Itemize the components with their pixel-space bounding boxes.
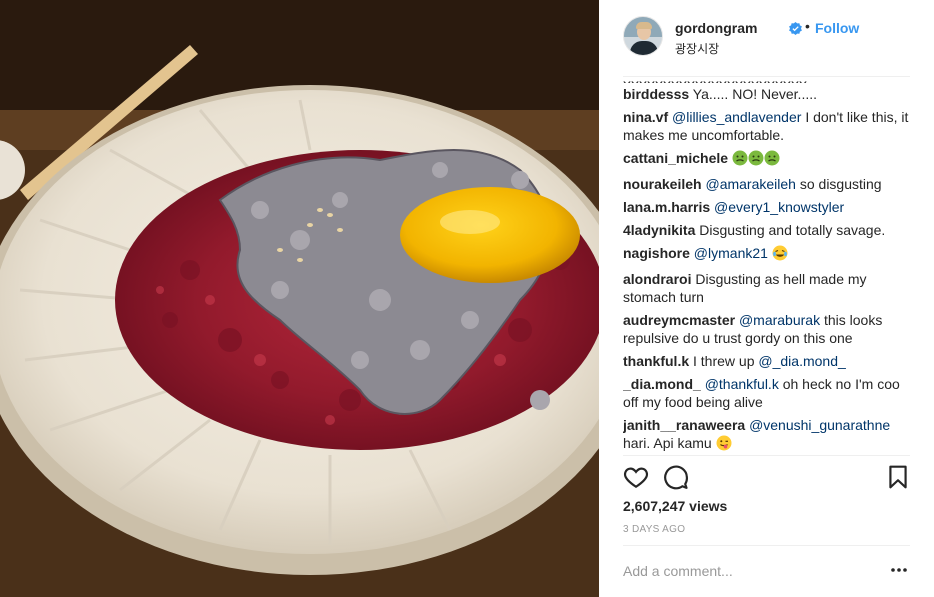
comment-mention[interactable]: @lillies_andlavender — [672, 109, 801, 125]
comment-mention[interactable]: @venushi_gunarathne — [749, 417, 890, 433]
food-photo-illustration — [0, 0, 599, 597]
post-sidebar: gordongram • Follow 광장시장 xxxxxxxxxxxxxxx… — [599, 0, 934, 597]
action-bar — [623, 464, 910, 492]
more-options-icon[interactable] — [889, 560, 909, 580]
heart-icon[interactable] — [623, 464, 649, 490]
nauseated-face-icon — [732, 150, 780, 170]
comment-item: cattani_michele — [623, 149, 910, 170]
comment-item: nourakeileh @amarakeileh so disgusting — [623, 175, 910, 193]
comments-divider — [623, 455, 910, 456]
comment-text: hari. Api kamu — [623, 435, 712, 451]
comment-username[interactable]: _dia.mond_ — [623, 376, 701, 392]
comment-input[interactable] — [623, 556, 873, 586]
comment-username[interactable]: audreymcmaster — [623, 312, 735, 328]
bookmark-icon[interactable] — [885, 464, 911, 490]
post-photo[interactable] — [0, 0, 599, 597]
comment-username[interactable]: janith__ranaweera — [623, 417, 745, 433]
comment-username[interactable]: alondraroi — [623, 271, 691, 287]
location-link[interactable]: 광장시장 — [675, 40, 719, 57]
cutoff-comment: xxxxxxxxxxxxxxxxxxxxxxx — [623, 77, 910, 83]
comment-item: nina.vf @lillies_andlavender I don't lik… — [623, 108, 910, 144]
tongue-wink-icon — [716, 435, 732, 455]
comment-mention[interactable]: @_dia.mond_ — [758, 353, 845, 369]
comment-username[interactable]: 4ladynikita — [623, 222, 695, 238]
composer-divider — [623, 545, 910, 546]
comment-item: alondraroi Disgusting as hell made my st… — [623, 270, 910, 306]
comment-text: so disgusting — [799, 176, 882, 192]
username-link[interactable]: gordongram — [675, 20, 757, 36]
comment-text: Ya..... NO! Never..... — [692, 86, 818, 102]
separator-dot: • — [805, 18, 810, 34]
avatar[interactable] — [623, 16, 663, 56]
comment-mention[interactable]: @every1_knowstyler — [714, 199, 844, 215]
comment-mention[interactable]: @maraburak — [739, 312, 820, 328]
comment-text: I threw up — [693, 353, 755, 369]
comment-item: lana.m.harris @every1_knowstyler — [623, 198, 910, 216]
comment-username[interactable]: birddesss — [623, 86, 689, 102]
comment-item: thankful.k I threw up @_dia.mond_ — [623, 352, 910, 370]
views-count[interactable]: 2,607,247 views — [623, 498, 727, 514]
comment-item: birddesss Ya..... NO! Never..... — [623, 85, 910, 103]
verified-badge-icon — [789, 22, 802, 35]
comment-username[interactable]: thankful.k — [623, 353, 689, 369]
comments-list[interactable]: xxxxxxxxxxxxxxxxxxxxxxx birddesss Ya....… — [623, 77, 910, 455]
comment-bubble-icon[interactable] — [663, 464, 689, 490]
comment-username[interactable]: nourakeileh — [623, 176, 702, 192]
follow-button[interactable]: Follow — [815, 20, 859, 36]
comment-mention[interactable]: @thankful.k — [705, 376, 779, 392]
comment-username[interactable]: nina.vf — [623, 109, 668, 125]
post-timestamp[interactable]: 3 DAYS AGO — [623, 524, 685, 535]
comment-mention[interactable]: @amarakeileh — [705, 176, 795, 192]
comment-item: nagishore @lymank21 — [623, 244, 910, 265]
comment-username[interactable]: lana.m.harris — [623, 199, 710, 215]
comment-mention[interactable]: @lymank21 — [694, 245, 768, 261]
comment-username[interactable]: cattani_michele — [623, 150, 728, 166]
tears-of-joy-icon — [772, 245, 788, 265]
comment-text: Disgusting and totally savage. — [699, 222, 886, 238]
comment-item: audreymcmaster @maraburak this looks rep… — [623, 311, 910, 347]
comment-username[interactable]: nagishore — [623, 245, 690, 261]
post-header: gordongram • Follow 광장시장 — [623, 16, 910, 60]
comment-item: _dia.mond_ @thankful.k oh heck no I'm co… — [623, 375, 910, 411]
comment-item: janith__ranaweera @venushi_gunarathne ha… — [623, 416, 910, 455]
comment-item: 4ladynikita Disgusting and totally savag… — [623, 221, 910, 239]
